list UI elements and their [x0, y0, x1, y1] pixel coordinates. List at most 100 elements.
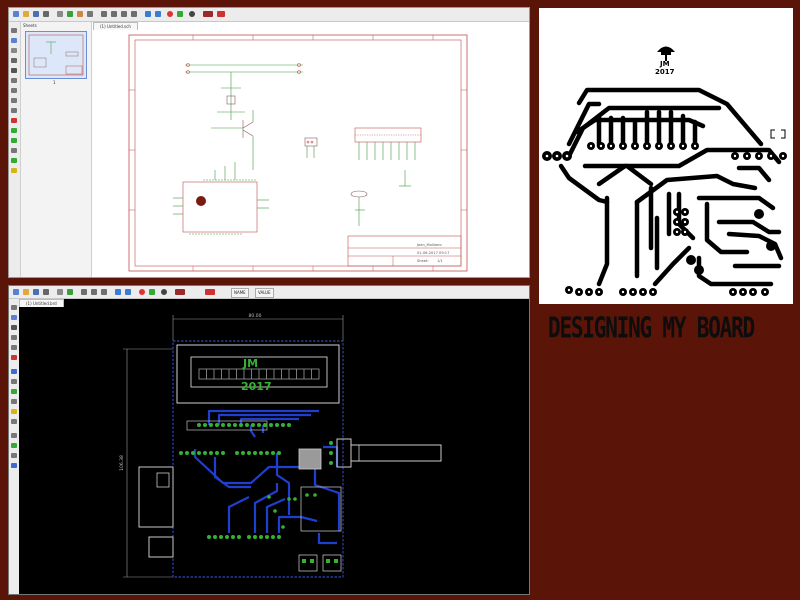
layer-icon[interactable] — [205, 289, 215, 295]
rotate-tool-icon[interactable] — [11, 98, 17, 103]
dimension-width-label: 80.00 — [249, 313, 262, 319]
ripup-tool-icon[interactable] — [11, 379, 17, 384]
via-tool-icon[interactable] — [11, 389, 17, 394]
cursor-marker — [196, 196, 206, 206]
pcb-logo-initials: JM — [659, 60, 670, 68]
schematic-canvas[interactable]: Jean_Molliano 01-06-2017 09:17 Sheet: 1/… — [93, 30, 529, 277]
board-silk-year: 2017 — [241, 380, 272, 393]
frame-ticks — [129, 35, 467, 271]
board-document-tab[interactable]: (1) Untitled.brd — [19, 299, 64, 307]
help-icon[interactable] — [161, 289, 167, 295]
net-tool-icon[interactable] — [11, 158, 17, 163]
zoom-select-icon[interactable] — [131, 11, 137, 17]
sheet-outer-frame — [128, 34, 468, 272]
erc-tool-icon[interactable] — [11, 168, 17, 173]
title-block-name: Jean_Molliano — [416, 243, 442, 247]
title-block-date: 01-06-2017 09:17 — [417, 251, 449, 255]
schematic-command-toolbar — [9, 22, 21, 277]
display-tool-icon[interactable] — [11, 48, 17, 53]
open-file-icon[interactable] — [23, 11, 29, 17]
page-caption: DESIGNING MY BOARD — [548, 312, 755, 345]
redo-icon[interactable] — [155, 11, 161, 17]
delete-tool-icon[interactable] — [11, 355, 17, 360]
zoom-fit-icon[interactable] — [101, 11, 107, 17]
rotate-tool-icon[interactable] — [11, 345, 17, 350]
regulator-pad — [298, 448, 322, 470]
cam-icon[interactable] — [57, 289, 63, 295]
info-tool-icon[interactable] — [11, 305, 17, 310]
polygon-tool-icon[interactable] — [11, 399, 17, 404]
drc-tool-icon[interactable] — [11, 419, 17, 424]
wire-tool-icon[interactable] — [11, 138, 17, 143]
script-icon[interactable] — [77, 11, 83, 17]
schematic-switch-icon[interactable] — [67, 289, 73, 295]
lcd-silkscreen — [176, 344, 340, 404]
undo-icon[interactable] — [115, 289, 121, 295]
lcd-header-symbol — [354, 127, 422, 160]
usb-connector-inner — [156, 472, 170, 488]
mirror-tool-icon[interactable] — [11, 88, 17, 93]
title-block-sheet-value: 1/1 — [437, 259, 443, 263]
show-tool-icon[interactable] — [11, 38, 17, 43]
text-tool-icon[interactable] — [11, 433, 17, 438]
route-tool-icon[interactable] — [11, 369, 17, 374]
copy-tool-icon[interactable] — [11, 78, 17, 83]
info-tool-icon[interactable] — [11, 28, 17, 33]
schematic-document-tab[interactable]: (1) Untitled.sch — [93, 22, 138, 30]
go-icon[interactable] — [177, 11, 183, 17]
power-input-circuit — [185, 63, 303, 170]
add-tool-icon[interactable] — [11, 128, 17, 133]
group-tool-icon[interactable] — [11, 108, 17, 113]
copy-tool-icon[interactable] — [11, 335, 17, 340]
zoom-in-icon[interactable] — [111, 11, 117, 17]
stop-icon[interactable] — [167, 11, 173, 17]
print-icon[interactable] — [43, 11, 49, 17]
schematic-drawing: Jean_Molliano 01-06-2017 09:17 Sheet: 1/… — [128, 34, 468, 272]
delete-tool-icon[interactable] — [11, 118, 17, 123]
label-tool-icon[interactable] — [11, 148, 17, 153]
board-pads — [179, 423, 338, 563]
dimension-height-label: 106.38 — [119, 455, 125, 471]
redo-icon[interactable] — [125, 289, 131, 295]
hole-tool-icon[interactable] — [11, 453, 17, 458]
connector-j1 — [304, 137, 318, 158]
ratsnest-tool-icon[interactable] — [11, 409, 17, 414]
new-file-icon[interactable] — [13, 11, 19, 17]
move-tool-icon[interactable] — [11, 68, 17, 73]
zoom-out-icon[interactable] — [121, 11, 127, 17]
help-icon[interactable] — [189, 11, 195, 17]
run-ulp-icon[interactable] — [87, 11, 93, 17]
new-file-icon[interactable] — [13, 289, 19, 295]
cam-icon[interactable] — [57, 11, 63, 17]
name-button[interactable]: NAME — [231, 288, 249, 298]
zoom-fit-icon[interactable] — [81, 289, 87, 295]
grid-icon[interactable] — [175, 289, 185, 295]
undo-icon[interactable] — [145, 11, 151, 17]
save-icon[interactable] — [33, 11, 39, 17]
wire-tool-icon[interactable] — [11, 443, 17, 448]
board-traces — [193, 409, 341, 545]
grid-icon[interactable] — [203, 11, 213, 17]
save-icon[interactable] — [33, 289, 39, 295]
potentiometer-shaft — [350, 444, 442, 462]
sheet-number: 1 — [53, 80, 56, 85]
board-switch-icon[interactable] — [67, 11, 73, 17]
open-file-icon[interactable] — [23, 289, 29, 295]
layer-icon[interactable] — [217, 11, 225, 17]
print-icon[interactable] — [43, 289, 49, 295]
pcb-traces — [558, 87, 784, 287]
mark-tool-icon[interactable] — [11, 58, 17, 63]
board-canvas[interactable]: 80.00 106.38 JM 2017 — [19, 307, 529, 594]
go-icon[interactable] — [149, 289, 155, 295]
show-tool-icon[interactable] — [11, 315, 17, 320]
stop-icon[interactable] — [139, 289, 145, 295]
power-jack — [148, 536, 174, 558]
zoom-in-icon[interactable] — [91, 289, 97, 295]
value-button[interactable]: VALUE — [255, 288, 274, 298]
board-silk-initials: JM — [242, 357, 258, 370]
move-tool-icon[interactable] — [11, 325, 17, 330]
terminal-block-1 — [298, 554, 318, 572]
zoom-out-icon[interactable] — [101, 289, 107, 295]
autorouter-tool-icon[interactable] — [11, 463, 17, 468]
sheet-thumbnail[interactable] — [25, 31, 87, 79]
